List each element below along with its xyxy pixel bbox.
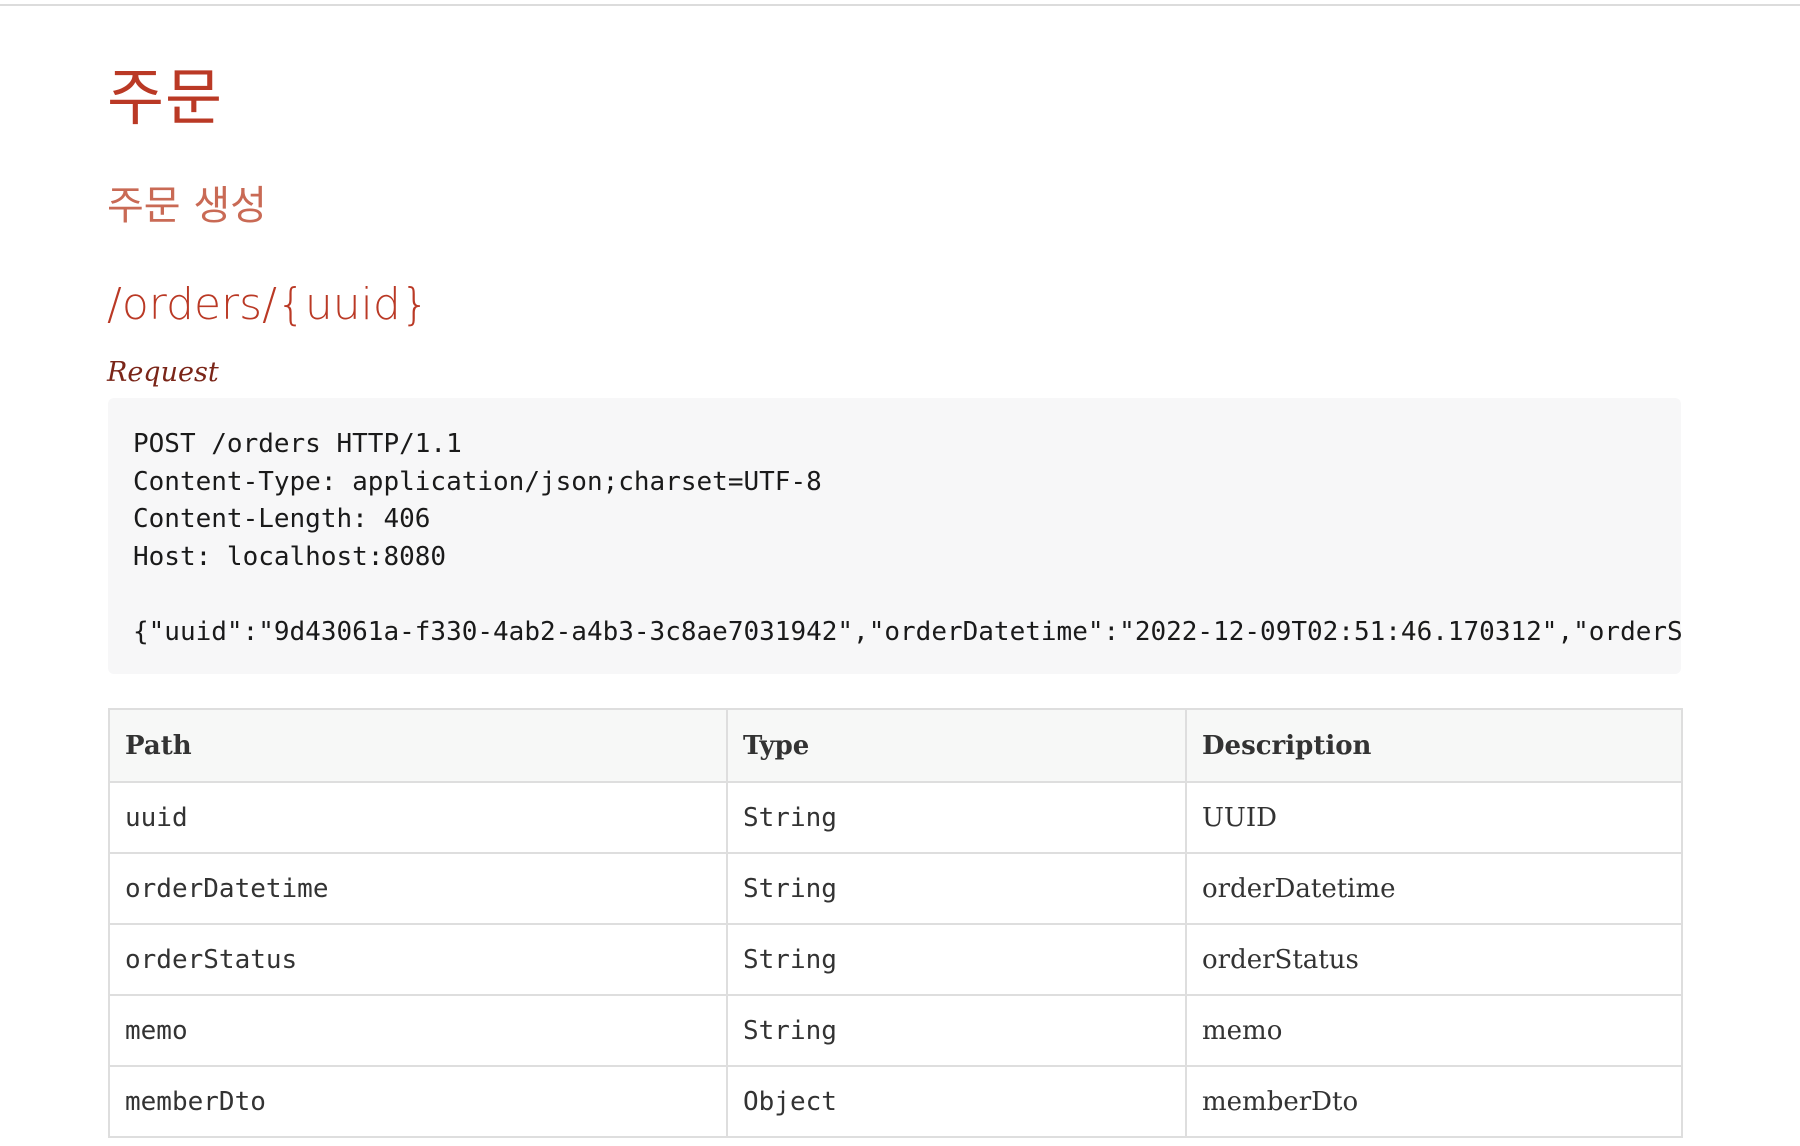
code-line: Content-Length: 406 [133,504,431,534]
column-header-path: Path [108,708,728,783]
field-description: memberDto [1185,1065,1683,1138]
field-description: orderStatus [1185,923,1683,996]
section-title: 주문 [107,61,224,134]
request-code-block[interactable]: POST /orders HTTP/1.1 Content-Type: appl… [108,398,1681,674]
field-type: String [726,852,1187,925]
table-header-row: Path Type Description [108,708,1683,783]
field-path: uuid [108,781,728,854]
section-subtitle: 주문 생성 [107,183,267,229]
column-header-type: Type [726,708,1187,783]
field-description: memo [1185,994,1683,1067]
request-code: POST /orders HTTP/1.1 Content-Type: appl… [133,426,1681,651]
field-type: String [726,923,1187,996]
table-row: memberDto Object memberDto [108,1065,1683,1138]
code-line: POST /orders HTTP/1.1 [133,429,462,459]
code-line: {"uuid":"9d43061a-f330-4ab2-a4b3-3c8ae70… [133,616,1681,647]
field-type: String [726,994,1187,1067]
field-path: orderDatetime [108,852,728,925]
field-type: Object [726,1065,1187,1138]
table-row: uuid String UUID [108,781,1683,854]
endpoint-heading: /orders/{uuid} [107,279,429,330]
request-fields-table: Path Type Description uuid String UUID o… [108,708,1683,1138]
column-header-description: Description [1185,708,1683,783]
field-description: orderDatetime [1185,852,1683,925]
code-line: Host: localhost:8080 [133,541,447,572]
table-row: memo String memo [108,994,1683,1067]
request-label: Request [107,357,219,388]
table-row: orderDatetime String orderDatetime [108,852,1683,925]
table-row: orderStatus String orderStatus [108,923,1683,996]
field-type: String [726,781,1187,854]
top-divider [0,4,1800,6]
field-path: memo [108,994,728,1067]
code-line: Content-Type: application/json;charset=U… [133,466,822,497]
field-path: orderStatus [108,923,728,996]
field-description: UUID [1185,781,1683,854]
field-path: memberDto [108,1065,728,1138]
